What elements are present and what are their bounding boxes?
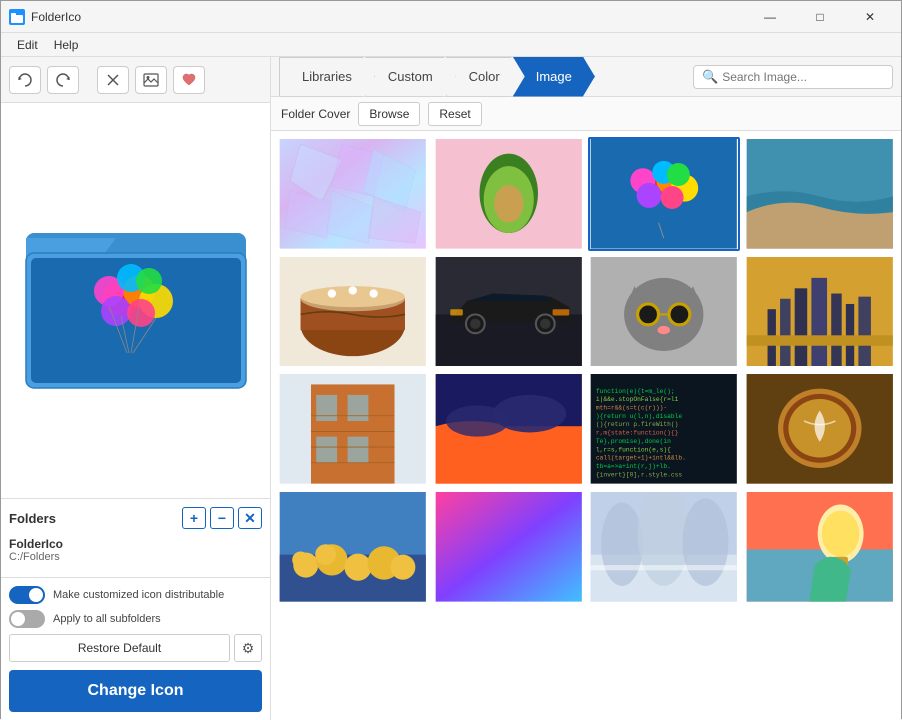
tab-image[interactable]: Image (513, 57, 595, 97)
close-folder-button[interactable]: ✕ (238, 507, 262, 529)
grid-item[interactable] (433, 372, 585, 486)
subfolders-toggle-row: Apply to all subfolders (9, 610, 262, 628)
menu-help[interactable]: Help (46, 36, 87, 54)
svg-text:l,r=s,function(e,s){: l,r=s,function(e,s){ (596, 447, 671, 454)
svg-text:mth=r&&(s=t(c(r)))-: mth=r&&(s=t(c(r)))- (596, 405, 667, 412)
app-icon (9, 9, 25, 25)
folders-header: Folders + − ✕ (9, 507, 262, 529)
folder-name: FolderIco (9, 537, 262, 551)
tab-color-label: Color (469, 69, 500, 84)
distributable-toggle-row: Make customized icon distributable (9, 586, 262, 604)
search-area: 🔍 (693, 65, 893, 89)
toggle-thumb (29, 588, 43, 602)
grid-item[interactable] (277, 372, 429, 486)
svg-text:function(e){t=m_le();: function(e){t=m_le(); (596, 388, 675, 395)
grid-item[interactable] (277, 255, 429, 369)
folders-section: Folders + − ✕ FolderIco C:/Folders (1, 498, 270, 577)
svg-text:Te},promise),done(in: Te},promise),done(in (596, 438, 671, 445)
browse-button[interactable]: Browse (358, 102, 420, 126)
svg-text:call(target+1)+intl&&lb.: call(target+1)+intl&&lb. (596, 455, 686, 462)
svg-text:r,m{state:function(){}: r,m{state:function(){} (596, 430, 679, 437)
search-input[interactable] (722, 70, 884, 84)
minimize-button[interactable]: — (747, 1, 793, 33)
restore-row: Restore Default ⚙ (9, 634, 262, 662)
clear-button[interactable] (97, 66, 129, 94)
redo-button[interactable] (47, 66, 79, 94)
remove-folder-button[interactable]: − (210, 507, 234, 529)
tab-custom[interactable]: Custom (365, 57, 456, 97)
grid-item[interactable] (433, 490, 585, 604)
folder-image (21, 203, 251, 398)
tab-libraries-label: Libraries (302, 69, 352, 84)
grid-item[interactable] (277, 490, 429, 604)
grid-item[interactable] (433, 137, 585, 251)
svg-text:{invert}[0],r.style.css: {invert}[0],r.style.css (596, 472, 683, 479)
undo-button[interactable] (9, 66, 41, 94)
favorite-button[interactable] (173, 66, 205, 94)
left-panel: Folders + − ✕ FolderIco C:/Folders (1, 57, 271, 720)
grid-item[interactable] (433, 255, 585, 369)
grid-item[interactable] (588, 255, 740, 369)
close-button[interactable]: ✕ (847, 1, 893, 33)
search-icon: 🔍 (702, 69, 718, 85)
folders-title: Folders (9, 511, 56, 526)
tab-custom-label: Custom (388, 69, 433, 84)
toolbar (1, 57, 270, 103)
list-item[interactable]: FolderIco C:/Folders (9, 535, 262, 565)
folder-cover-label: Folder Cover (281, 107, 350, 121)
add-folder-button[interactable]: + (182, 507, 206, 529)
toggle-thumb (11, 612, 25, 626)
folder-list: FolderIco C:/Folders (9, 535, 262, 565)
settings-button[interactable]: ⚙ (234, 634, 262, 662)
svg-text:tb=a=>a+int(r,j)+lb.: tb=a=>a+int(r,j)+lb. (596, 463, 671, 470)
svg-text:i|&&e.stopOnFalse{r=l1: i|&&e.stopOnFalse{r=l1 (596, 396, 679, 403)
search-box: 🔍 (693, 65, 893, 89)
bottom-controls: Make customized icon distributable Apply… (1, 577, 270, 720)
tabs-bar: Libraries Custom Color Image 🔍 (271, 57, 901, 97)
grid-item[interactable] (277, 137, 429, 251)
tab-libraries[interactable]: Libraries (279, 57, 375, 97)
change-icon-button[interactable]: Change Icon (9, 670, 262, 712)
grid-item[interactable] (588, 490, 740, 604)
svg-text:(){return p.fireWith(): (){return p.fireWith() (596, 421, 679, 428)
right-panel: Libraries Custom Color Image 🔍 Folder Co… (271, 57, 901, 720)
svg-text:){return u(l,n),disable: ){return u(l,n),disable (596, 413, 683, 420)
grid-item[interactable] (588, 137, 740, 251)
distributable-label: Make customized icon distributable (53, 589, 224, 601)
content-toolbar: Folder Cover Browse Reset (271, 97, 901, 131)
menu-edit[interactable]: Edit (9, 36, 46, 54)
tab-color[interactable]: Color (446, 57, 523, 97)
reset-button[interactable]: Reset (428, 102, 481, 126)
subfolders-toggle[interactable] (9, 610, 45, 628)
app-body: Folders + − ✕ FolderIco C:/Folders (1, 57, 901, 720)
grid-item[interactable] (744, 137, 896, 251)
tab-image-label: Image (536, 69, 572, 84)
subfolders-label: Apply to all subfolders (53, 613, 161, 625)
grid-item[interactable] (744, 490, 896, 604)
image-grid: function(e){t=m_le();i|&&e.stopOnFalse{r… (277, 137, 895, 604)
window-controls: — □ ✕ (747, 1, 893, 33)
maximize-button[interactable]: □ (797, 1, 843, 33)
grid-item[interactable] (744, 372, 896, 486)
folder-preview (1, 103, 270, 498)
title-bar: FolderIco — □ ✕ (1, 1, 901, 33)
folders-controls: + − ✕ (182, 507, 262, 529)
folder-path: C:/Folders (9, 551, 262, 563)
menu-bar: Edit Help (1, 33, 901, 57)
restore-default-button[interactable]: Restore Default (9, 634, 230, 662)
grid-item[interactable]: function(e){t=m_le();i|&&e.stopOnFalse{r… (588, 372, 740, 486)
app-title: FolderIco (31, 10, 747, 24)
image-button[interactable] (135, 66, 167, 94)
distributable-toggle[interactable] (9, 586, 45, 604)
image-grid-container[interactable]: function(e){t=m_le();i|&&e.stopOnFalse{r… (271, 131, 901, 720)
grid-item[interactable] (744, 255, 896, 369)
